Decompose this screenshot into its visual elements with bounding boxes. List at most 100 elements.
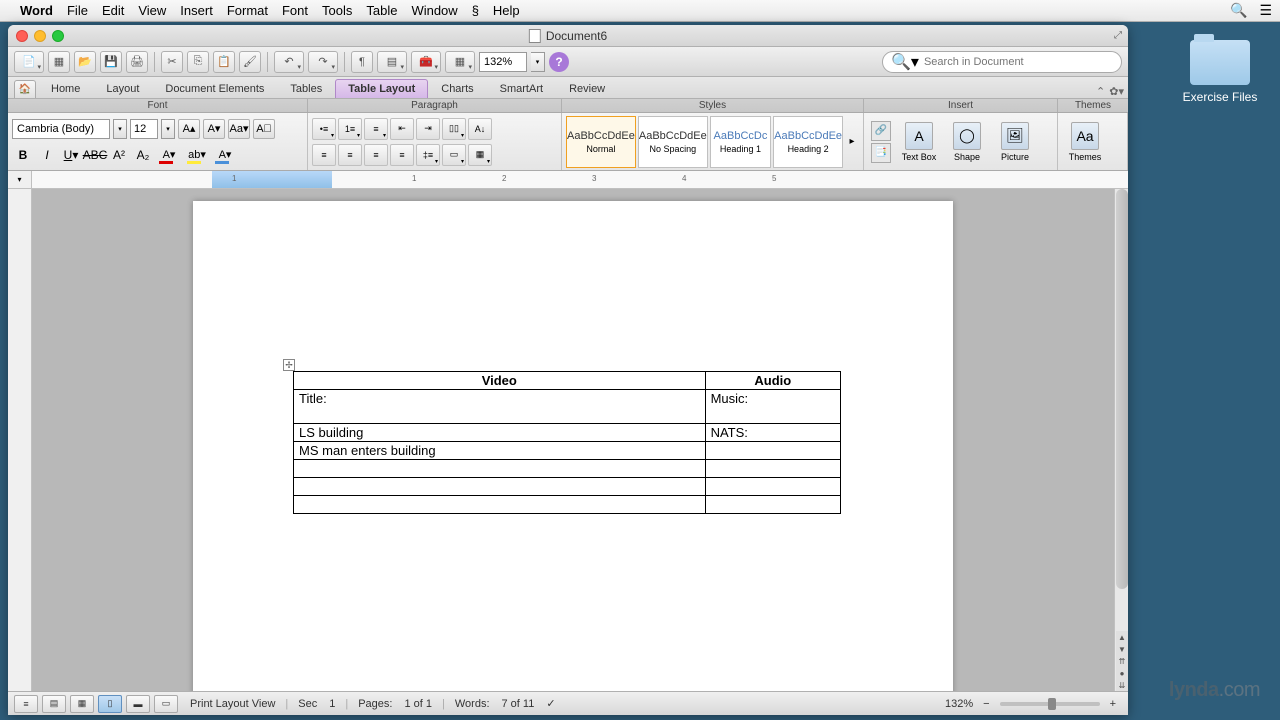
menubar-list-icon[interactable]: ☰ bbox=[1259, 2, 1272, 19]
shading-button[interactable]: ▭ bbox=[442, 144, 466, 166]
save-button[interactable]: 💾 bbox=[100, 51, 122, 73]
table-row[interactable] bbox=[294, 460, 841, 478]
text-effects-button[interactable]: A▾ bbox=[212, 144, 238, 166]
cut-button[interactable]: ✂ bbox=[161, 51, 183, 73]
redo-button[interactable]: ↷ bbox=[308, 51, 338, 73]
scroll-down-icon[interactable]: ▼ bbox=[1116, 643, 1128, 655]
next-page-icon[interactable]: ⇊ bbox=[1116, 679, 1128, 691]
columns-button[interactable]: ▯▯ bbox=[442, 118, 466, 140]
view-focus-button[interactable]: ▭ bbox=[154, 695, 178, 713]
menu-file[interactable]: File bbox=[67, 3, 88, 18]
maximize-icon[interactable]: ⤢ bbox=[1114, 30, 1122, 41]
menu-window[interactable]: Window bbox=[411, 3, 457, 18]
paste-button[interactable]: 📋 bbox=[213, 51, 235, 73]
style-heading-2[interactable]: AaBbCcDdEe Heading 2 bbox=[773, 116, 843, 168]
tab-table-layout[interactable]: Table Layout bbox=[335, 79, 428, 98]
style-no-spacing[interactable]: AaBbCcDdEe No Spacing bbox=[638, 116, 708, 168]
status-zoom-value[interactable]: 132% bbox=[945, 698, 973, 710]
open-button[interactable]: 📂 bbox=[74, 51, 96, 73]
table-row[interactable]: LS building NATS: bbox=[294, 424, 841, 442]
tab-review[interactable]: Review bbox=[556, 79, 618, 98]
menu-insert[interactable]: Insert bbox=[180, 3, 213, 18]
menu-format[interactable]: Format bbox=[227, 3, 268, 18]
close-button[interactable] bbox=[16, 30, 28, 42]
font-name-select[interactable]: Cambria (Body) bbox=[12, 119, 110, 139]
align-right-button[interactable]: ≡ bbox=[364, 144, 388, 166]
undo-button[interactable]: ↶ bbox=[274, 51, 304, 73]
zoom-value[interactable]: 132% bbox=[479, 52, 527, 72]
bullets-button[interactable]: •≡ bbox=[312, 118, 336, 140]
justify-button[interactable]: ≡ bbox=[390, 144, 414, 166]
superscript-button[interactable]: A² bbox=[108, 144, 130, 166]
spell-check-icon[interactable]: ✓ bbox=[546, 697, 555, 710]
borders-button[interactable]: ▦ bbox=[468, 144, 492, 166]
align-left-button[interactable]: ≡ bbox=[312, 144, 336, 166]
zoom-slider[interactable] bbox=[1000, 702, 1100, 706]
hyperlink-icon[interactable]: 🔗 bbox=[871, 121, 891, 141]
app-name[interactable]: Word bbox=[20, 3, 53, 18]
tab-home[interactable]: Home bbox=[38, 79, 93, 98]
tab-document-elements[interactable]: Document Elements bbox=[152, 79, 277, 98]
font-name-dropdown[interactable]: ▾ bbox=[113, 119, 127, 139]
table-row[interactable] bbox=[294, 496, 841, 514]
help-button[interactable]: ? bbox=[549, 52, 569, 72]
tab-layout[interactable]: Layout bbox=[93, 79, 152, 98]
media-button[interactable]: ▦ bbox=[445, 51, 475, 73]
font-color-button[interactable]: A▾ bbox=[156, 144, 182, 166]
insert-textbox[interactable]: A Text Box bbox=[896, 116, 942, 168]
insert-ref-icons[interactable]: 🔗 📑 bbox=[868, 116, 894, 168]
insert-picture[interactable]: 🖼 Picture bbox=[992, 116, 1038, 168]
header-video[interactable]: Video bbox=[294, 372, 706, 390]
multilevel-button[interactable]: ≡ bbox=[364, 118, 388, 140]
sidebar-button[interactable]: ▤ bbox=[377, 51, 407, 73]
font-size-dropdown[interactable]: ▾ bbox=[161, 119, 175, 139]
scrollbar-thumb[interactable] bbox=[1116, 189, 1128, 589]
shrink-font-button[interactable]: A▾ bbox=[203, 119, 225, 139]
desktop-folder[interactable]: Exercise Files bbox=[1180, 40, 1260, 104]
subscript-button[interactable]: A₂ bbox=[132, 144, 154, 166]
copy-button[interactable]: ⎘ bbox=[187, 51, 209, 73]
decrease-indent-button[interactable]: ⇤ bbox=[390, 118, 414, 140]
browse-object-icon[interactable]: ● bbox=[1116, 667, 1128, 679]
vertical-ruler[interactable] bbox=[8, 189, 32, 691]
view-draft-button[interactable]: ≡ bbox=[14, 695, 38, 713]
prev-page-icon[interactable]: ⇈ bbox=[1116, 655, 1128, 667]
bookmark-icon[interactable]: 📑 bbox=[871, 143, 891, 163]
scroll-up-icon[interactable]: ▲ bbox=[1116, 631, 1128, 643]
menu-font[interactable]: Font bbox=[282, 3, 308, 18]
menu-table[interactable]: Table bbox=[366, 3, 397, 18]
zoom-button[interactable] bbox=[52, 30, 64, 42]
show-formatting-button[interactable]: ¶ bbox=[351, 51, 373, 73]
minimize-button[interactable] bbox=[34, 30, 46, 42]
horizontal-ruler[interactable]: 1 1 2 3 4 5 bbox=[32, 171, 1128, 188]
zoom-in-button[interactable]: + bbox=[1110, 698, 1116, 710]
toolbox-button[interactable]: 🧰 bbox=[411, 51, 441, 73]
ribbon-settings-icon[interactable]: ✿▾ bbox=[1109, 85, 1124, 98]
zoom-slider-thumb[interactable] bbox=[1048, 698, 1056, 710]
align-center-button[interactable]: ≡ bbox=[338, 144, 362, 166]
new-document-button[interactable]: 📄 bbox=[14, 51, 44, 73]
search-box[interactable]: 🔍▾ bbox=[882, 51, 1122, 73]
strikethrough-button[interactable]: ABC bbox=[84, 144, 106, 166]
highlight-button[interactable]: ab▾ bbox=[184, 144, 210, 166]
spotlight-icon[interactable]: 🔍 bbox=[1230, 2, 1247, 19]
table-header-row[interactable]: Video Audio bbox=[294, 372, 841, 390]
underline-button[interactable]: U▾ bbox=[60, 144, 82, 166]
clear-formatting-button[interactable]: A⃠ bbox=[253, 119, 275, 139]
insert-shape[interactable]: ◯ Shape bbox=[944, 116, 990, 168]
search-input[interactable] bbox=[924, 56, 1113, 68]
themes-button[interactable]: Aa Themes bbox=[1062, 116, 1108, 168]
menu-edit[interactable]: Edit bbox=[102, 3, 124, 18]
collapse-ribbon-icon[interactable]: ⌃ bbox=[1096, 85, 1105, 98]
table-row[interactable] bbox=[294, 478, 841, 496]
print-button[interactable]: 🖨 bbox=[126, 51, 148, 73]
zoom-out-button[interactable]: − bbox=[983, 698, 989, 710]
line-spacing-button[interactable]: ‡≡ bbox=[416, 144, 440, 166]
tab-tables[interactable]: Tables bbox=[277, 79, 335, 98]
ruler-corner[interactable]: ▾ bbox=[8, 171, 32, 188]
template-button[interactable]: ▦ bbox=[48, 51, 70, 73]
tab-smartart[interactable]: SmartArt bbox=[487, 79, 556, 98]
header-audio[interactable]: Audio bbox=[705, 372, 840, 390]
view-notebook-button[interactable]: ▬ bbox=[126, 695, 150, 713]
sort-button[interactable]: A↓ bbox=[468, 118, 492, 140]
